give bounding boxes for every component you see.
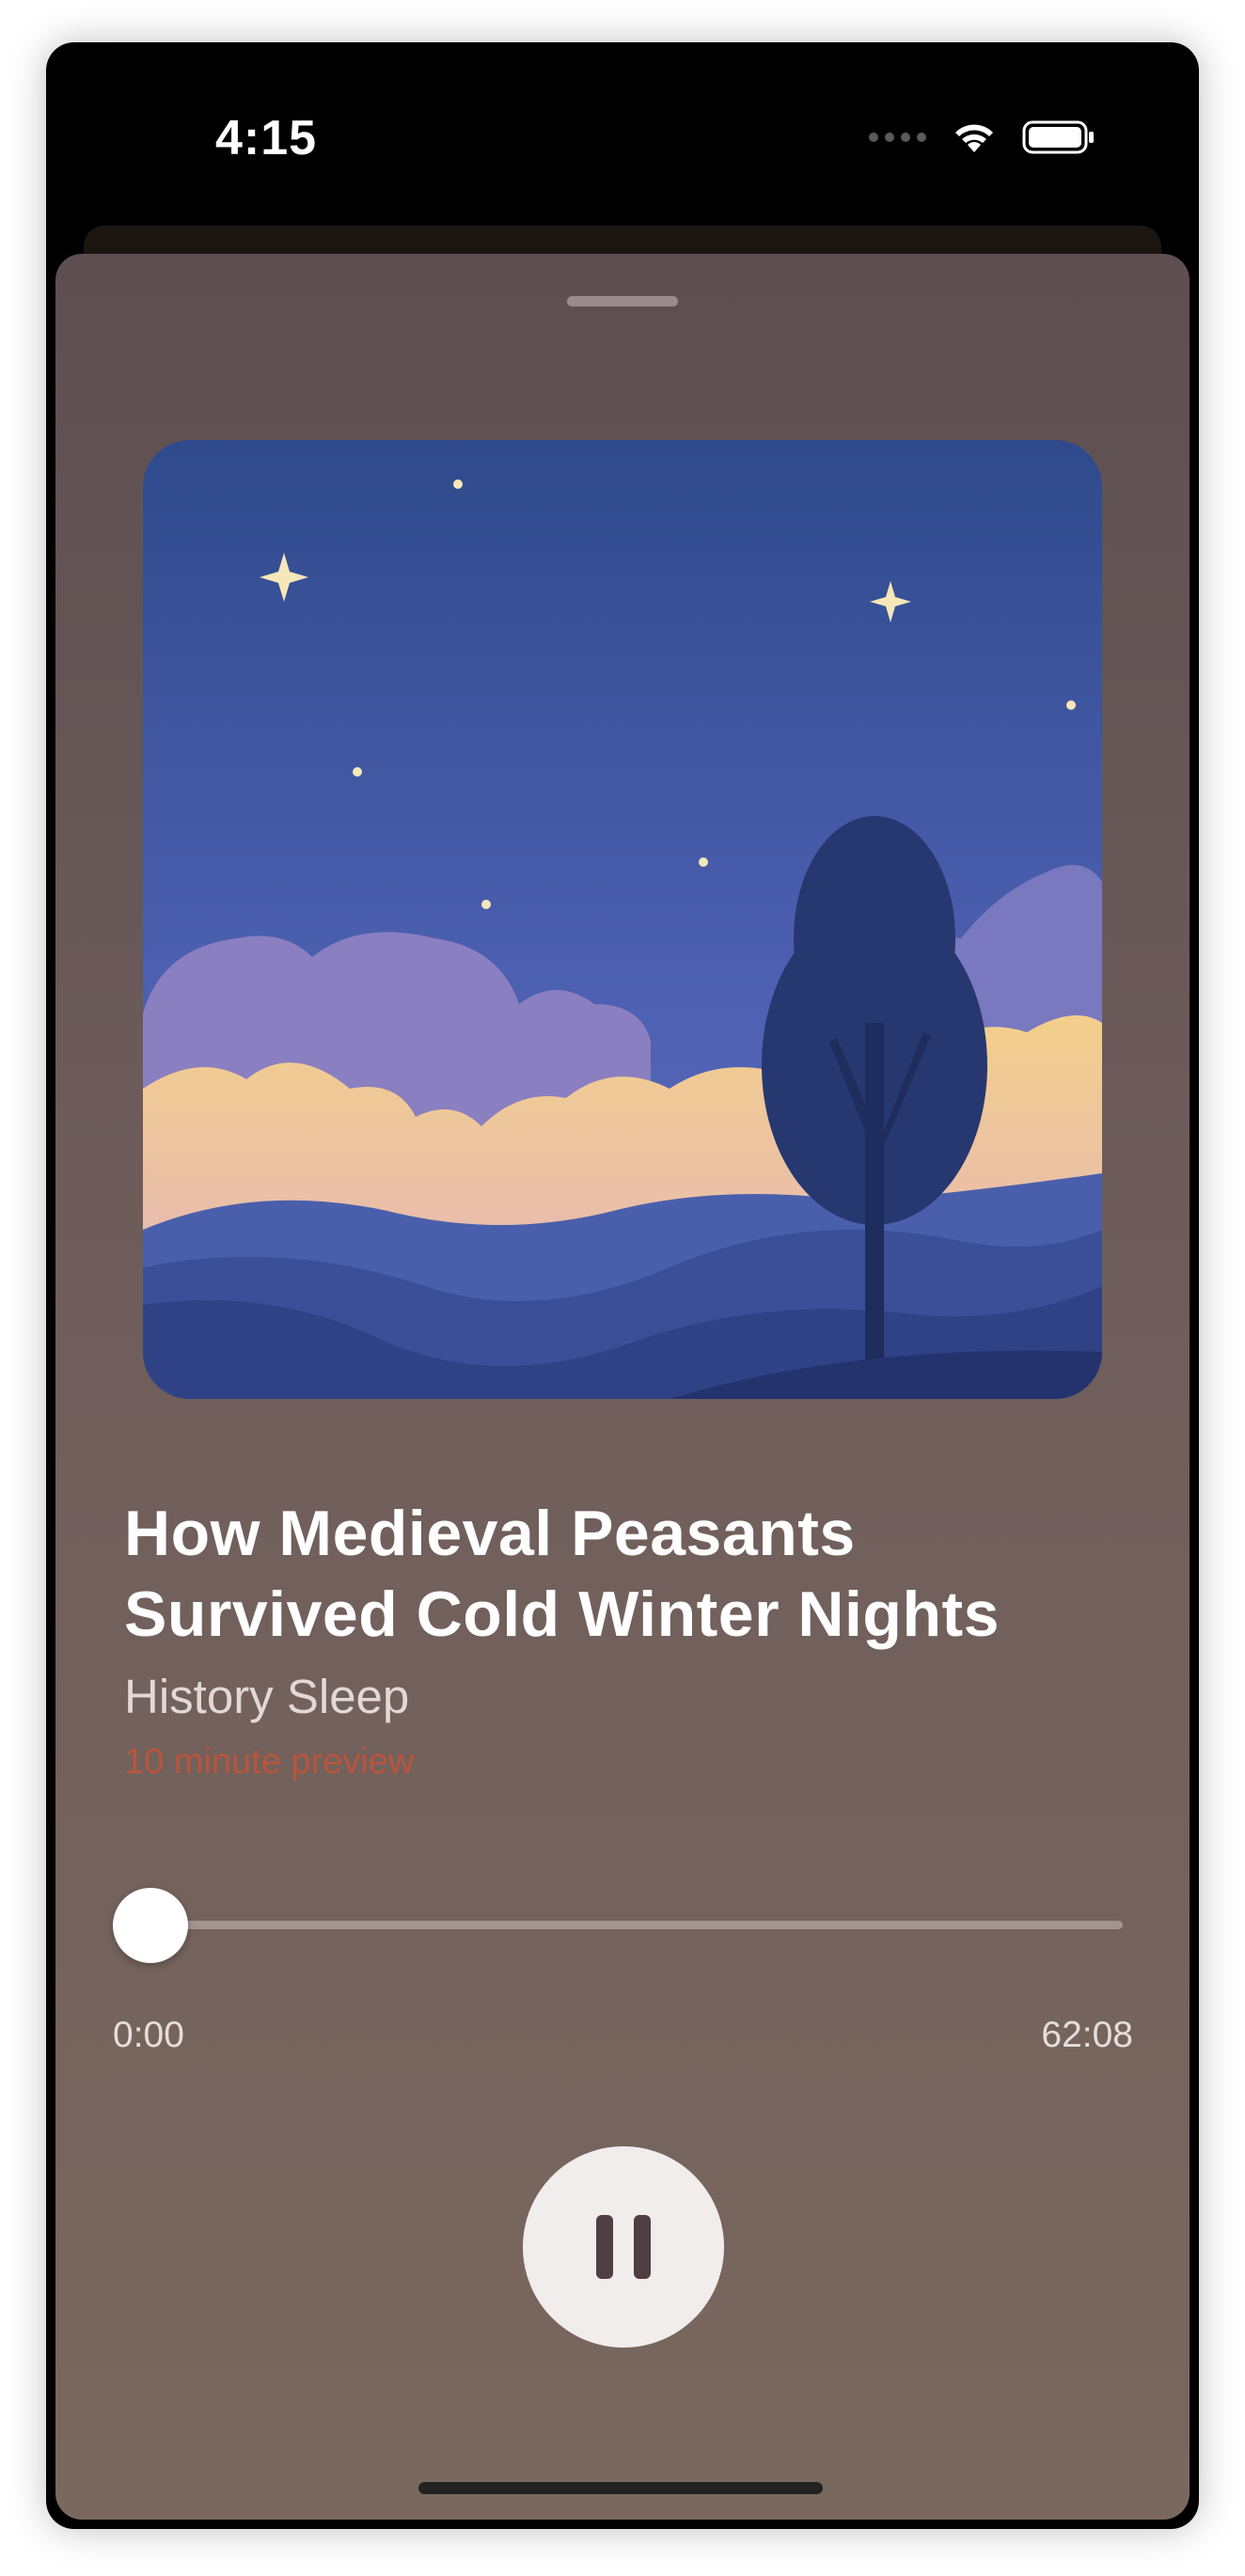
battery-icon [1022,120,1094,154]
pause-icon [596,2215,651,2279]
progress-thumb[interactable] [113,1888,188,1963]
show-name[interactable]: History Sleep [124,1669,409,1724]
pause-button[interactable] [523,2146,724,2348]
progress-track[interactable] [135,1921,1123,1929]
sheet-grabber-handle[interactable] [567,296,678,306]
now-playing-sheet: How Medieval Peasants Survived Cold Wint… [55,254,1190,2520]
preview-label: 10 minute preview [124,1742,415,1782]
phone-screen: 4:15 How Medieval Peasants Survived Cold… [46,42,1199,2529]
home-indicator[interactable] [418,2482,823,2494]
episode-artwork [143,440,1102,1399]
cellular-signal-icon [869,133,926,142]
total-duration: 62:08 [1041,2015,1133,2055]
night-landscape-artwork [143,440,1102,1399]
status-time: 4:15 [215,111,318,165]
elapsed-time: 0:00 [113,2015,184,2055]
status-icons [869,119,1095,155]
wifi-icon [955,124,993,152]
episode-title: How Medieval Peasants Survived Cold Wint… [124,1498,1000,1650]
